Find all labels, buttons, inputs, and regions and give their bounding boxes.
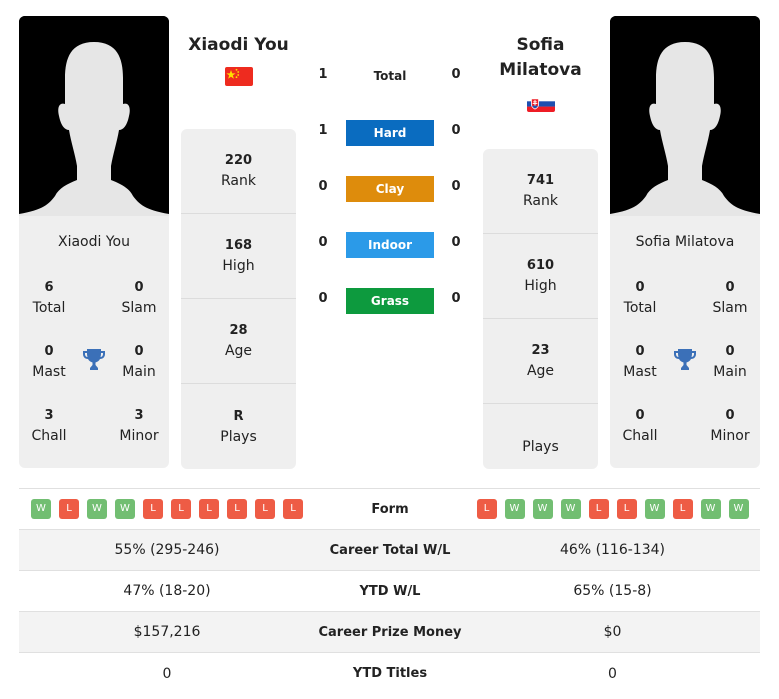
row-label: YTD W/L [359,583,421,599]
trophy-icon [673,347,697,375]
flag-slovakia-icon [527,96,555,112]
h2h-total-label: Total [373,69,407,83]
form-label: Form [371,501,409,517]
table-row: 0 YTD Titles 0 [19,653,760,694]
form-badge-loss[interactable]: L [476,499,497,519]
flag-china-icon [225,67,253,86]
player2-form: LWWWLLWLWW [465,499,760,519]
player1-titles-mast: 0 Mast [32,344,66,380]
player2-high: 610 High [483,234,598,319]
h2h-clay-p2: 0 [451,179,461,194]
form-badge-win[interactable]: W [532,499,553,519]
comparison-table: WLWWLLLLLL Form LWWWLLWLWW 55% (295-246)… [19,488,760,694]
player1-form: WLWWLLLLLL [19,499,315,519]
form-badge-loss[interactable]: L [672,499,693,519]
player2-rank: 741 Rank [483,149,598,234]
player2-name[interactable]: Sofia Milatova [483,33,598,83]
row-label: Career Total W/L [329,542,451,558]
h2h-hard-p2: 0 [451,123,461,138]
player2-titles-slam: 0 Slam [712,280,748,316]
player1-stats: 220 Rank 168 High 28 Age R Plays [181,129,296,469]
h2h-hard-label[interactable]: Hard [346,120,434,146]
player2-ytd-wl: 65% (15-8) [573,583,652,599]
player1-card: Xiaodi You 6 Total 0 Slam 0 Mast 0 Main 3 Cha… [19,16,169,468]
h2h-grass-label[interactable]: Grass [346,288,434,314]
form-badge-win[interactable]: W [728,499,749,519]
form-badge-win[interactable]: W [644,499,665,519]
player1-rank: 220 Rank [181,129,296,214]
player2-name-line1: Sofia [516,35,565,55]
player1-plays: R Plays [220,408,257,445]
player1-titles-total: 6 Total [32,280,66,316]
player1-career-wl: 55% (295-246) [114,542,220,558]
player2-photo [610,16,760,216]
player1-photo [19,16,169,216]
player2-plays: Plays [522,438,559,455]
player1-name[interactable]: Xiaodi You [181,33,296,58]
player1-ytd-wl: 47% (18-20) [123,583,211,599]
player2-age: 23 Age [483,319,598,404]
player1-age: 28 Age [181,299,296,384]
h2h-clay-label[interactable]: Clay [346,176,434,202]
table-row: $157,216 Career Prize Money $0 [19,612,760,653]
player1-titles-slam: 0 Slam [121,280,157,316]
player2-titles-mast: 0 Mast [623,344,657,380]
form-badge-loss[interactable]: L [283,499,303,519]
h2h-grass-p1: 0 [318,291,328,306]
table-row: 47% (18-20) YTD W/L 65% (15-8) [19,571,760,612]
player2-name-line2: Milatova [499,60,582,80]
player2-prize-money: $0 [603,624,622,640]
player2-titles-minor: 0 Minor [710,408,750,444]
player2-career-wl: 46% (116-134) [560,542,665,558]
h2h-total-p1: 1 [318,67,328,82]
form-badge-loss[interactable]: L [255,499,275,519]
form-row: WLWWLLLLLL Form LWWWLLWLWW [19,489,760,530]
form-badge-win[interactable]: W [560,499,581,519]
player2-card-name: Sofia Milatova [635,234,735,250]
player2-titles-chall: 0 Chall [622,408,658,444]
h2h-clay-p1: 0 [318,179,328,194]
form-badge-win[interactable]: W [31,499,51,519]
player1-high: 168 High [181,214,296,299]
table-row: 55% (295-246) Career Total W/L 46% (116-… [19,530,760,571]
form-badge-loss[interactable]: L [199,499,219,519]
player1-titles-main: 0 Main [122,344,156,380]
form-badge-win[interactable]: W [504,499,525,519]
player2-stats: 741 Rank 610 High 23 Age Plays [483,149,598,469]
row-label: Career Prize Money [318,624,462,640]
player1-card-name: Xiaodi You [58,234,130,250]
player1-prize-money: $157,216 [133,624,201,640]
form-badge-win[interactable]: W [700,499,721,519]
row-label: YTD Titles [352,666,428,681]
form-badge-loss[interactable]: L [616,499,637,519]
form-badge-loss[interactable]: L [588,499,609,519]
h2h-indoor-p2: 0 [451,235,461,250]
h2h-hard-p1: 1 [318,123,328,138]
h2h-indoor-p1: 0 [318,235,328,250]
player2-titles-total: 0 Total [623,280,657,316]
form-badge-loss[interactable]: L [227,499,247,519]
player1-ytd-titles: 0 [162,665,172,682]
h2h-grass-p2: 0 [451,291,461,306]
player2-card: Sofia Milatova 0 Total 0 Slam 0 Mast 0 Main … [610,16,760,468]
form-badge-win[interactable]: W [115,499,135,519]
h2h-total-p2: 0 [451,67,461,82]
form-badge-loss[interactable]: L [171,499,191,519]
form-badge-win[interactable]: W [87,499,107,519]
form-badge-loss[interactable]: L [143,499,163,519]
player2-titles-main: 0 Main [713,344,747,380]
form-badge-loss[interactable]: L [59,499,79,519]
trophy-icon [82,347,106,375]
h2h-indoor-label[interactable]: Indoor [346,232,434,258]
player1-titles-minor: 3 Minor [119,408,159,444]
player1-titles-chall: 3 Chall [31,408,67,444]
player2-ytd-titles: 0 [608,665,617,682]
